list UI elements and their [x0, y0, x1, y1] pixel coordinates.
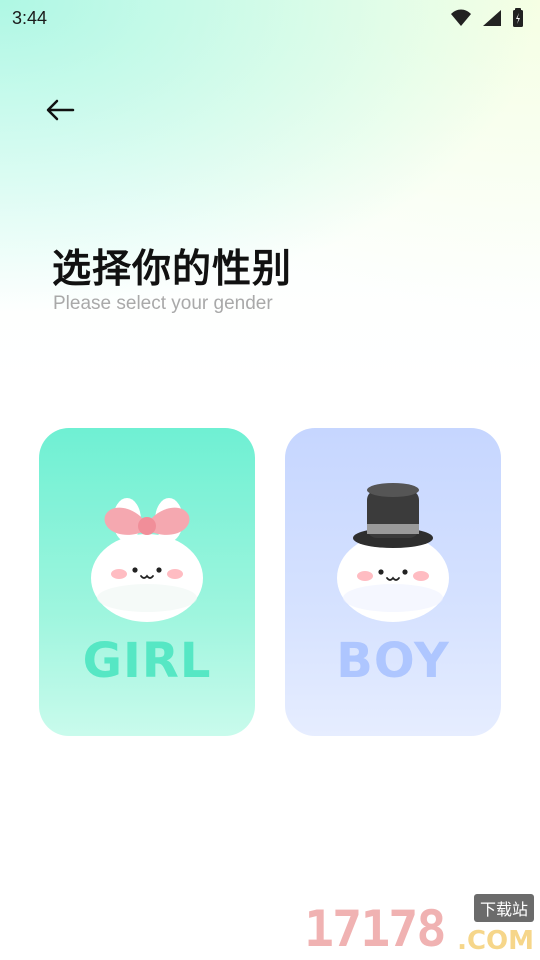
boy-option-card[interactable]	[285, 428, 501, 736]
status-time: 3:44	[12, 8, 48, 28]
status-bar: 3:44	[0, 0, 540, 36]
page-title: 选择你的性别	[52, 247, 293, 292]
wifi-icon	[451, 9, 471, 26]
back-button[interactable]	[44, 94, 76, 126]
girl-option-card[interactable]	[39, 428, 255, 736]
watermark-number: 17178	[304, 900, 447, 958]
page-subtitle: Please select your gender	[53, 293, 273, 314]
gender-select-screen: 3:44 选择你的性别 Please select your gender GI…	[0, 0, 540, 960]
arrow-left-icon	[46, 99, 75, 121]
bunny-top-hat-icon	[337, 483, 449, 622]
boy-label: BOY	[336, 633, 450, 689]
watermark-tag: 下载站	[473, 894, 534, 922]
site-watermark: 17178 .COM 下载站	[304, 890, 534, 960]
bunny-bow-icon	[91, 498, 203, 622]
status-icons	[450, 8, 524, 28]
watermark-domain: .COM	[457, 926, 534, 956]
battery-icon	[513, 8, 523, 27]
signal-icon	[483, 10, 501, 26]
girl-label: GIRL	[82, 633, 212, 689]
